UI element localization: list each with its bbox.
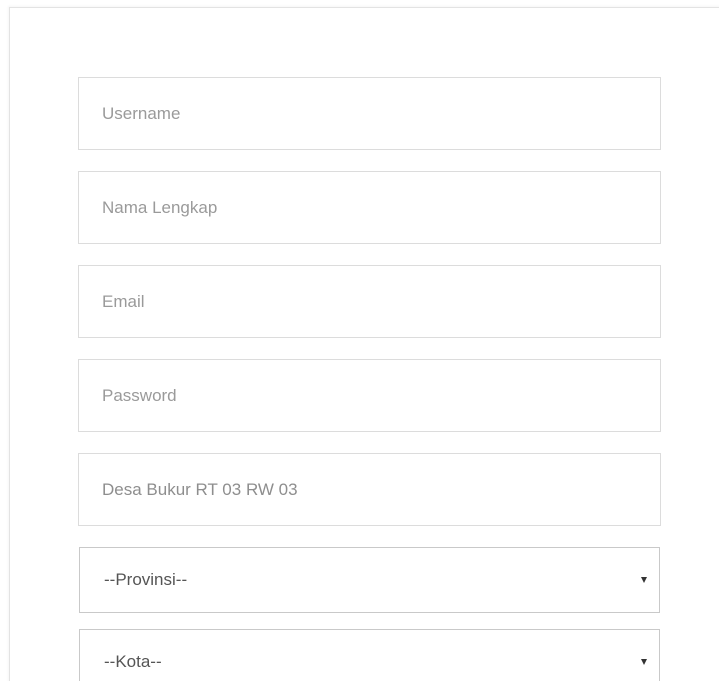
city-select-value: --Kota--: [104, 652, 162, 671]
caret-down-icon: [641, 577, 647, 583]
page: --Provinsi-- --Kota--: [0, 0, 719, 681]
password-input[interactable]: [78, 359, 661, 432]
registration-form: --Provinsi-- --Kota--: [78, 77, 661, 681]
caret-down-icon: [641, 659, 647, 665]
province-select[interactable]: --Provinsi--: [79, 547, 660, 613]
city-select[interactable]: --Kota--: [79, 629, 660, 681]
username-input[interactable]: [78, 77, 661, 150]
full-name-input[interactable]: [78, 171, 661, 244]
email-input[interactable]: [78, 265, 661, 338]
address-input[interactable]: [78, 453, 661, 526]
province-select-value: --Provinsi--: [104, 570, 188, 589]
